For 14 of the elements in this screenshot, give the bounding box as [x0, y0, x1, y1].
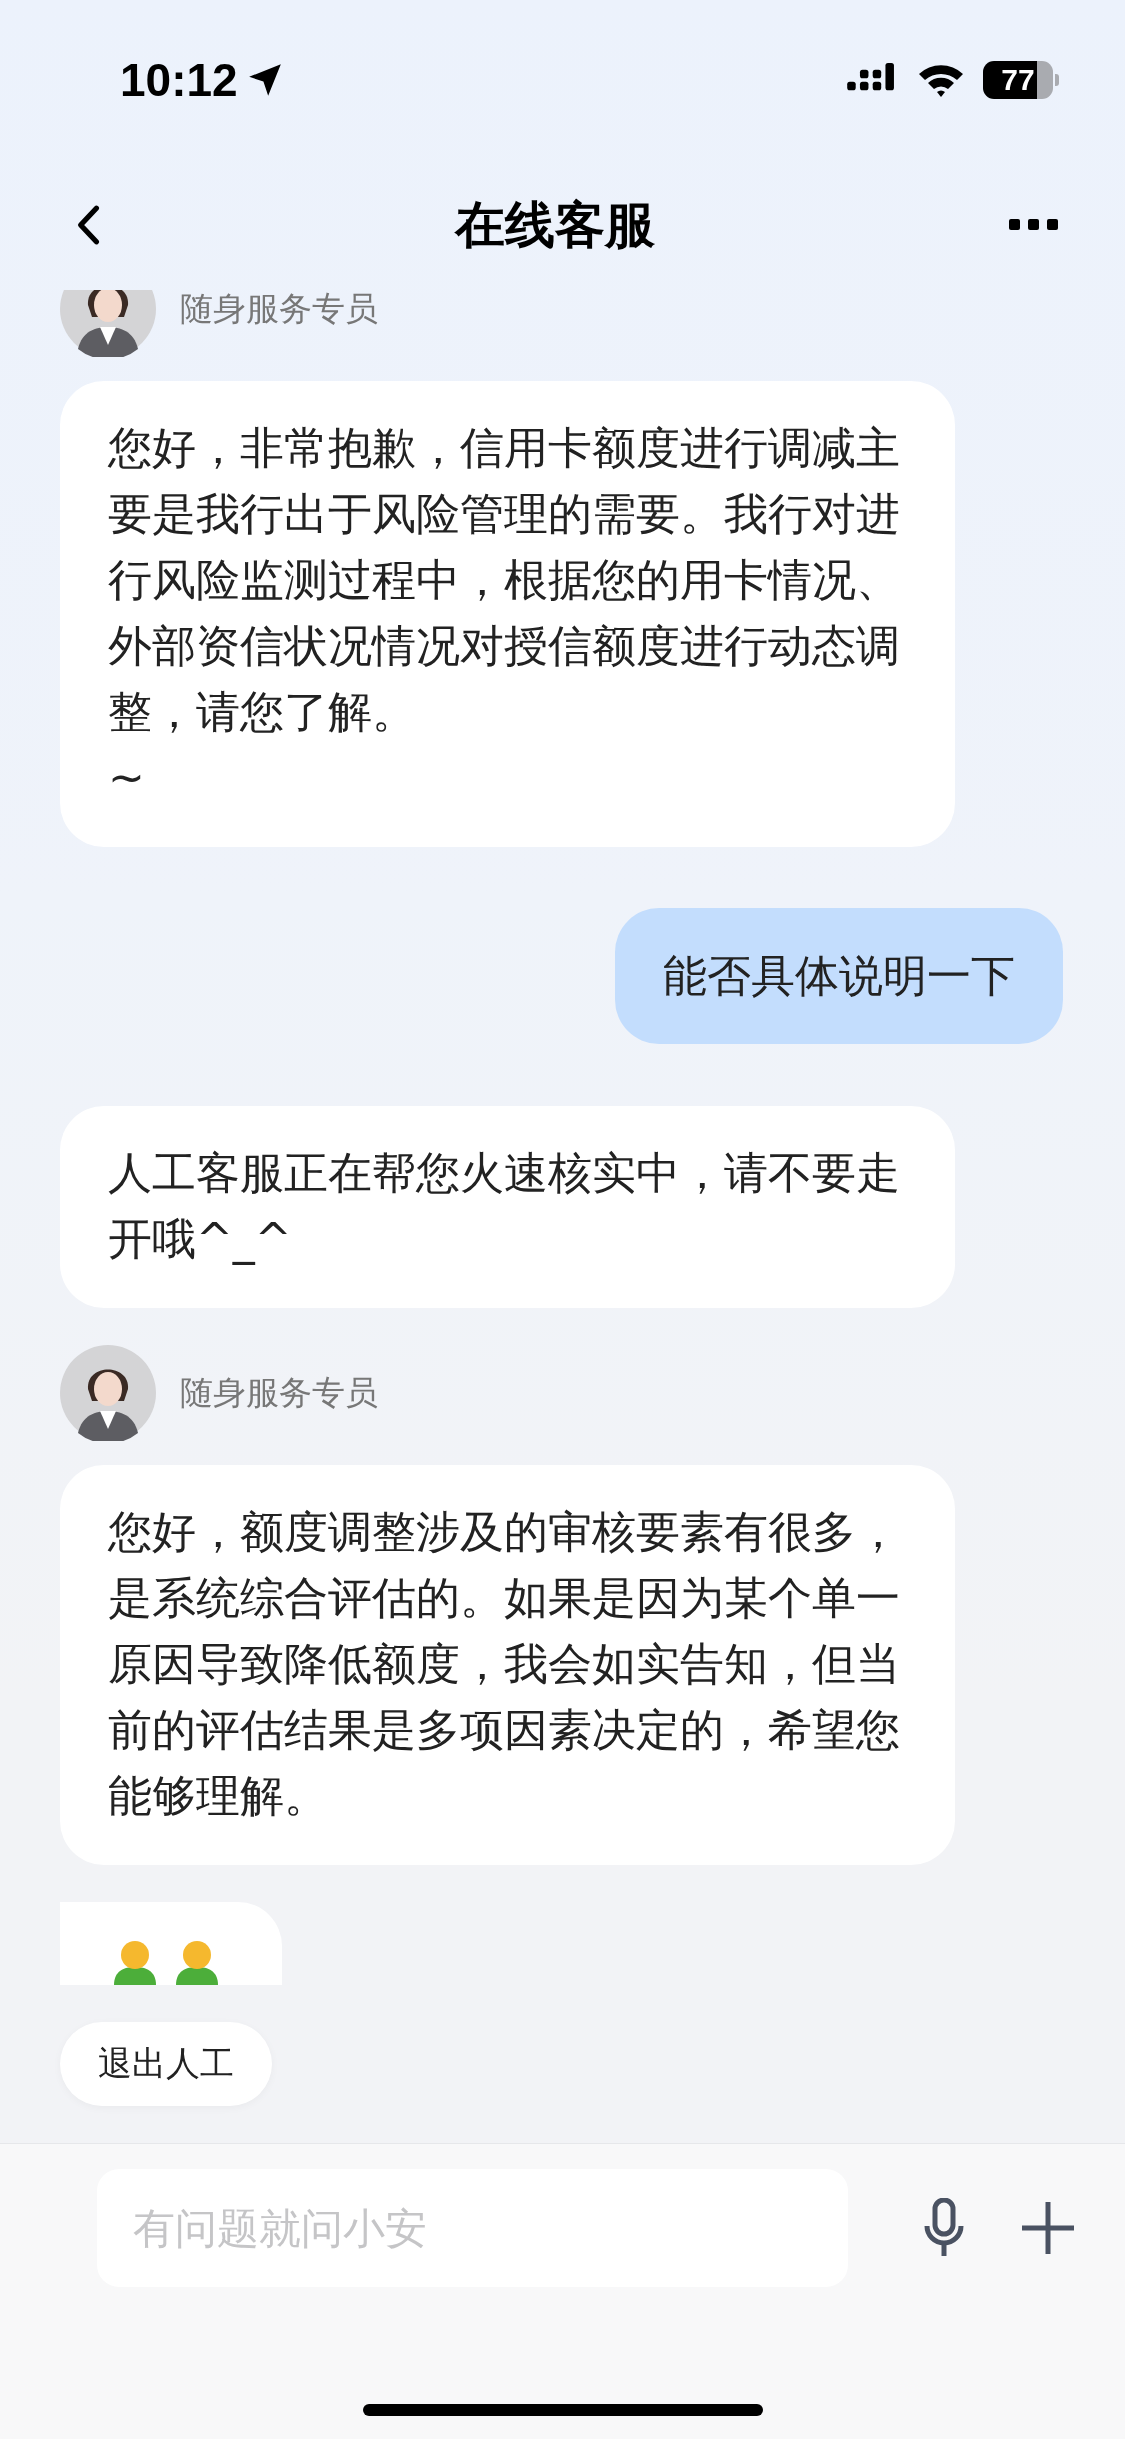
wifi-icon: [917, 62, 965, 98]
user-message: 能否具体说明一下: [615, 908, 1063, 1044]
plus-icon[interactable]: [1020, 2200, 1076, 2256]
back-icon[interactable]: [75, 204, 101, 246]
message-input[interactable]: 有问题就问小安: [97, 2169, 848, 2287]
agent-message: 您好，非常抱歉，信用卡额度进行调减主要是我行出于风险管理的需要。我行对进行风险监测过程中，根据您的用卡情况、外部资信状况情况对授信额度进行动态调整，请您了解。 ~: [60, 381, 955, 847]
status-time: 10:12: [120, 53, 238, 107]
agent-name: 随身服务专员: [180, 1371, 378, 1414]
agent-message: 您好，额度调整涉及的审核要素有很多，是系统综合评估的。如果是因为某个单一原因导致降低额度，我会如实告知，但当前的评估结果是多项因素决定的，希望您能够理解。: [60, 1465, 955, 1865]
exit-human-button[interactable]: 退出人工: [60, 2022, 272, 2106]
agent-name: 随身服务专员: [180, 290, 378, 330]
more-icon[interactable]: [1009, 219, 1059, 231]
page-title: 在线客服: [455, 194, 655, 256]
agent-message: 人工客服正在帮您火速核实中，请不要走开哦^_^: [60, 1106, 955, 1308]
